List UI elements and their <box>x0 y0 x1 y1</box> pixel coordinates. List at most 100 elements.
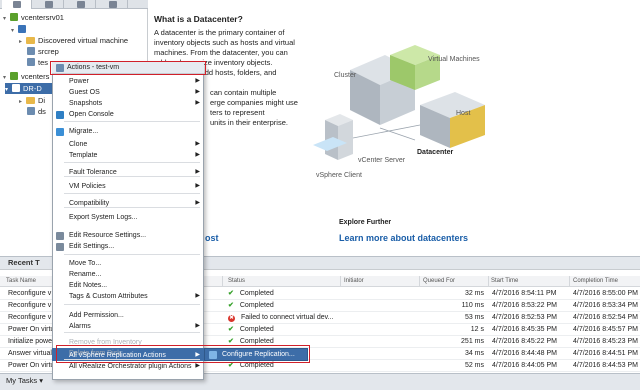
menu-item-label: Add Permission... <box>69 312 124 319</box>
expand-icon[interactable]: ▾ <box>11 26 18 37</box>
console-icon <box>56 111 64 119</box>
menu-item-export-system-logs[interactable]: Export System Logs... <box>52 212 204 223</box>
column-start-time[interactable]: Start Time <box>491 278 518 284</box>
tab-storage[interactable] <box>66 0 96 9</box>
tab-networking[interactable] <box>98 0 128 9</box>
page-title: What is a Datacenter? <box>154 14 243 24</box>
edit-settings-icon <box>56 243 64 251</box>
tree-item-vm-selected[interactable]: tes <box>27 57 48 68</box>
queued-for-cell: 12 s <box>471 324 484 336</box>
expand-icon[interactable]: ▸ <box>19 97 26 108</box>
expand-icon[interactable]: ▸ <box>19 37 26 48</box>
menu-item-label: Export System Logs... <box>69 214 138 221</box>
status-text: Completed <box>239 326 274 333</box>
start-time-cell-text: 4/7/2016 8:44:05 PM <box>492 362 557 369</box>
menu-item-rename[interactable]: Rename... <box>52 269 204 280</box>
queued-for-cell: 32 ms <box>465 288 484 300</box>
start-time-cell-text: 4/7/2016 8:52:53 PM <box>492 314 557 321</box>
storage-icon <box>77 1 85 8</box>
tree-item-folder[interactable]: ▸ Discovered virtual machine <box>19 35 128 46</box>
tree-label: ds <box>38 107 46 116</box>
menu-item-template[interactable]: Template ▶ <box>52 150 204 161</box>
tree-item-vcenter[interactable]: ▾ vcentersrv01 <box>3 12 64 23</box>
menu-item-tags-custom-attributes[interactable]: Tags & Custom Attributes ▶ <box>52 291 204 302</box>
menu-item-clone[interactable]: Clone ▶ <box>52 139 204 150</box>
tree-label: Discovered virtual machine <box>38 36 129 45</box>
menu-item-vm-policies[interactable]: VM Policies ▶ <box>52 181 204 192</box>
column-completion-time[interactable]: Completion Time <box>573 278 618 284</box>
queued-for-cell-text: 251 ms <box>461 338 484 345</box>
completion-time-cell: 4/7/2016 8:45:57 PM <box>573 324 638 336</box>
menu-item-edit-resource-settings[interactable]: Edit Resource Settings... <box>52 230 204 241</box>
tab-hosts-clusters[interactable] <box>2 0 32 9</box>
tree-label: vcenters <box>21 72 50 81</box>
submenu-arrow-icon: ▶ <box>195 78 200 84</box>
label-host: Host <box>456 110 471 117</box>
queued-for-cell: 52 ms <box>465 360 484 372</box>
tree-item-dr-datacenter[interactable]: ▾ DR-D <box>5 83 53 94</box>
help-link-partial[interactable]: ost <box>205 233 219 243</box>
menu-item-guest-os[interactable]: Guest OS ▶ <box>52 87 204 98</box>
queued-for-cell: 251 ms <box>461 336 484 348</box>
column-queued-for[interactable]: Queued For <box>423 278 455 284</box>
completion-time-cell-text: 4/7/2016 8:44:51 PM <box>573 350 638 357</box>
vcenter-icon <box>10 72 18 80</box>
menu-separator <box>64 193 200 194</box>
menu-item-add-permission[interactable]: Add Permission... <box>52 310 204 321</box>
column-status[interactable]: Status <box>228 278 245 284</box>
completion-time-cell: 4/7/2016 8:52:54 PM <box>573 312 638 324</box>
menu-item-snapshots[interactable]: Snapshots ▶ <box>52 98 204 109</box>
menu-item-alarms[interactable]: Alarms ▶ <box>52 321 204 332</box>
menu-item-edit-settings[interactable]: Edit Settings... <box>52 241 204 252</box>
task-name-cell: Power On virtu <box>8 360 54 372</box>
status-cell: ✔ Completed <box>228 300 274 312</box>
task-name-cell: Reconfigure v <box>8 288 51 300</box>
learn-more-link[interactable]: Learn more about datacenters <box>339 233 468 243</box>
status-text: Completed <box>239 362 274 369</box>
error-icon: ✖ <box>228 315 235 322</box>
menu-item-label: Rename... <box>69 271 102 278</box>
vcenter-server-illustration <box>325 114 353 160</box>
status-cell: ✖ Failed to connect virtual dev... <box>228 312 333 324</box>
my-tasks-dropdown[interactable]: My Tasks ▾ <box>6 376 43 385</box>
completion-time-cell-text: 4/7/2016 8:45:57 PM <box>573 326 638 333</box>
datacenter-icon <box>12 84 20 92</box>
tree-item-datacenter[interactable]: ▾ <box>11 24 29 35</box>
menu-item-edit-notes[interactable]: Edit Notes... <box>52 280 204 291</box>
task-name-cell-text: Reconfigure v <box>8 290 52 297</box>
task-name-cell: Reconfigure v <box>8 300 51 312</box>
menu-item-move-to[interactable]: Move To... <box>52 258 204 269</box>
column-task-name[interactable]: Task Name <box>6 278 36 284</box>
column-initiator[interactable]: Initiator <box>344 278 364 284</box>
tab-vms-templates[interactable] <box>34 0 64 9</box>
tree-item-vm[interactable]: srcrep <box>27 46 59 57</box>
menu-item-migrate[interactable]: Migrate... <box>52 126 204 137</box>
vm-icon <box>27 107 35 115</box>
tree-item-datastore[interactable]: ds <box>27 106 46 117</box>
tree-item-folder-2[interactable]: ▸ Di <box>19 95 45 106</box>
menu-item-label: Alarms <box>69 323 91 330</box>
expand-icon[interactable]: ▾ <box>5 85 12 96</box>
tree-label: srcrep <box>38 47 59 56</box>
completion-time-cell: 4/7/2016 8:44:51 PM <box>573 348 638 360</box>
menu-separator <box>64 121 200 122</box>
expand-icon[interactable]: ▾ <box>3 14 10 25</box>
submenu-arrow-icon: ▶ <box>195 100 200 106</box>
tree-item-vcenter-2[interactable]: ▾ vcenters <box>3 71 49 82</box>
menu-item-label: Tags & Custom Attributes <box>69 293 148 300</box>
status-cell: ✔ Completed <box>228 288 274 300</box>
queued-for-cell-text: 34 ms <box>464 350 484 357</box>
menu-item-label: All vRealize Orchestrator plugin Actions <box>69 363 192 370</box>
migrate-icon <box>56 128 64 136</box>
start-time-cell: 4/7/2016 8:54:11 PM <box>492 288 556 300</box>
submenu-arrow-icon: ▶ <box>195 152 200 158</box>
menu-item-power[interactable]: Power ▶ <box>52 76 204 87</box>
menu-item-label: VM Policies <box>69 183 106 190</box>
menu-item-open-console[interactable]: Open Console <box>52 109 204 120</box>
folder-icon <box>26 37 35 44</box>
vm-icon <box>45 1 53 8</box>
label-cluster: Cluster <box>334 72 357 79</box>
menu-item-label: Template <box>69 152 98 159</box>
datacenter-diagram <box>313 45 485 160</box>
menu-item-label: Edit Settings... <box>69 243 115 250</box>
